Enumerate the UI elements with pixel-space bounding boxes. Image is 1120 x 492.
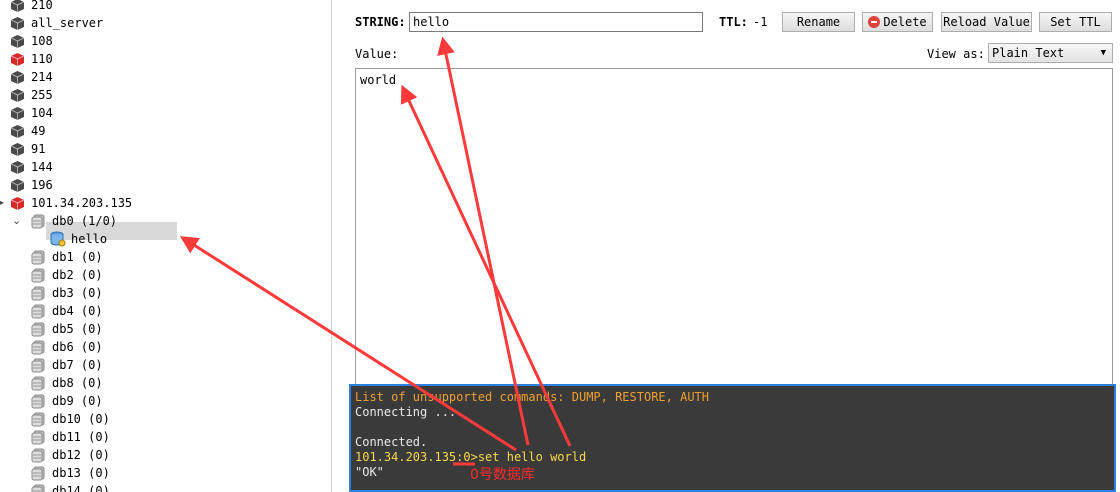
chevron-down-icon: ▼	[1100, 48, 1106, 58]
tree-item-label: db5 (0)	[52, 322, 103, 336]
tree-item-database[interactable]: db11 (0)	[0, 428, 330, 446]
expand-arrow-icon[interactable]: ▸	[0, 194, 4, 212]
console-line: Connecting ...	[355, 405, 457, 419]
tree-item-label: 49	[31, 124, 46, 138]
tree-item-server[interactable]: 91	[0, 140, 330, 158]
console-line: Connected.	[355, 435, 428, 449]
tree-item-label: db14 (0)	[52, 484, 110, 492]
tree-item-server[interactable]: 104	[0, 104, 330, 122]
connection-tree[interactable]: 210 all_server 108 110 214 255 104 49 91 144 196 ▸ 1…	[0, 0, 332, 492]
tree-item-database[interactable]: db13 (0)	[0, 464, 330, 482]
tree-item-label: db8 (0)	[52, 376, 103, 390]
tree-item-label: 104	[31, 106, 53, 120]
tree-item-database[interactable]: db9 (0)	[0, 392, 330, 410]
tree-item-server[interactable]: all_server	[0, 14, 330, 32]
tree-item-label: db12 (0)	[52, 448, 110, 462]
tree-item-server[interactable]: 214	[0, 68, 330, 86]
tree-item-label: db13 (0)	[52, 466, 110, 480]
tree-item-label: 101.34.203.135	[31, 196, 133, 210]
set-ttl-button[interactable]: Set TTL	[1039, 12, 1112, 32]
key-name-value: hello	[413, 15, 450, 29]
key-detail-panel: STRING: hello TTL: -1 Rename Delete Relo…	[345, 0, 1120, 386]
tree-item-label: db1 (0)	[52, 250, 103, 264]
tree-item-label: db10 (0)	[52, 412, 110, 426]
tree-item-database[interactable]: db4 (0)	[0, 302, 330, 320]
tree-item-database[interactable]: db2 (0)	[0, 266, 330, 284]
tree-item-database[interactable]: db3 (0)	[0, 284, 330, 302]
tree-item-label: db6 (0)	[52, 340, 103, 354]
tree-item-label: db3 (0)	[52, 286, 103, 300]
chevron-down-icon[interactable]: ⌄	[12, 212, 21, 230]
value-editor[interactable]: world	[355, 68, 1113, 386]
reload-value-button[interactable]: Reload Value	[941, 12, 1032, 32]
value-label: Value:	[355, 47, 399, 61]
tree-item-label: db0 (1/0)	[52, 214, 118, 228]
tree-item-database[interactable]: db14 (0)	[0, 482, 330, 492]
tree-item-label: 214	[31, 70, 53, 84]
annotation-db-label: 0号数据库	[470, 467, 535, 483]
database-icon	[31, 484, 46, 492]
tree-item-server[interactable]: 210	[0, 0, 330, 14]
key-type-label: STRING:	[355, 15, 406, 29]
tree-item-database[interactable]: db1 (0)	[0, 248, 330, 266]
tree-item-database[interactable]: ⌄ db0 (1/0)	[0, 212, 330, 230]
tree-item-server[interactable]: 144	[0, 158, 330, 176]
delete-icon	[868, 16, 881, 28]
tree-item-database[interactable]: db6 (0)	[0, 338, 330, 356]
redis-console[interactable]: List of unsupported commands: DUMP, REST…	[349, 384, 1116, 492]
tree-item-label: db9 (0)	[52, 394, 103, 408]
redis-desktop-manager-window: 210 all_server 108 110 214 255 104 49 91 144 196 ▸ 1…	[0, 0, 1120, 492]
ttl-label: TTL:	[719, 15, 748, 29]
view-as-select[interactable]: Plain Text ▼	[988, 43, 1113, 63]
view-as-selected-value: Plain Text	[992, 46, 1065, 60]
tree-item-label: hello	[71, 232, 108, 246]
tree-item-label: db4 (0)	[52, 304, 103, 318]
tree-item-label: all_server	[31, 16, 104, 30]
tree-item-database[interactable]: db5 (0)	[0, 320, 330, 338]
key-name-input[interactable]: hello	[409, 12, 703, 32]
tree-item-label: 91	[31, 142, 46, 156]
tree-item-database[interactable]: db8 (0)	[0, 374, 330, 392]
tree-item-key[interactable]: hello	[0, 230, 330, 248]
tree-item-server[interactable]: ▸ 101.34.203.135	[0, 194, 330, 212]
tree-item-database[interactable]: db10 (0)	[0, 410, 330, 428]
tree-item-label: 110	[31, 52, 53, 66]
view-as-label: View as:	[927, 47, 985, 61]
delete-button[interactable]: Delete	[862, 12, 933, 32]
tree-item-label: 210	[31, 0, 53, 12]
tree-item-label: db2 (0)	[52, 268, 103, 282]
console-line: List of unsupported commands: DUMP, REST…	[355, 390, 710, 404]
tree-item-server[interactable]: 110	[0, 50, 330, 68]
tree-item-label: 196	[31, 178, 53, 192]
tree-item-database[interactable]: db7 (0)	[0, 356, 330, 374]
value-text: world	[360, 73, 397, 87]
tree-item-server[interactable]: 49	[0, 122, 330, 140]
tree-item-server[interactable]: 255	[0, 86, 330, 104]
tree-item-label: db11 (0)	[52, 430, 110, 444]
tree-item-label: 108	[31, 34, 53, 48]
tree-item-server[interactable]: 108	[0, 32, 330, 50]
delete-label: Delete	[883, 15, 927, 29]
rename-button[interactable]: Rename	[782, 12, 855, 32]
tree-item-label: db7 (0)	[52, 358, 103, 372]
tree-item-label: 144	[31, 160, 53, 174]
console-line: "OK"	[355, 465, 384, 479]
console-line: 101.34.203.135:0>set hello world	[355, 450, 587, 464]
tree-item-database[interactable]: db12 (0)	[0, 446, 330, 464]
ttl-value: -1	[753, 15, 768, 29]
tree-item-server[interactable]: 196	[0, 176, 330, 194]
tree-item-label: 255	[31, 88, 53, 102]
